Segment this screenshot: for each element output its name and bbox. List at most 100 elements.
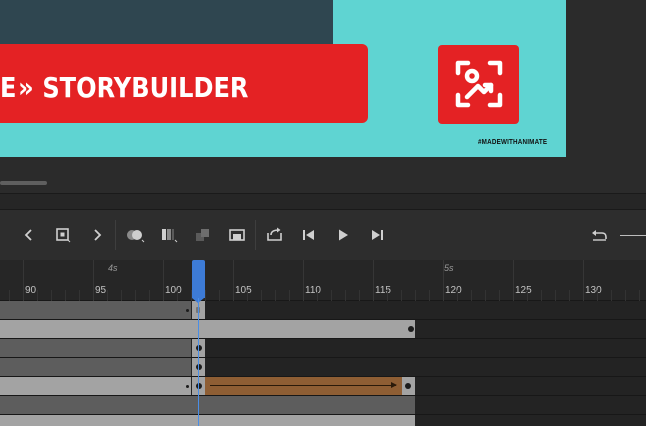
frame-span[interactable] [0,358,191,376]
frame-number: 130 [585,285,602,296]
ruler-tick [527,290,528,301]
ruler-tick [555,290,556,301]
ruler-tick [247,290,248,301]
undo-button[interactable] [587,224,611,246]
layer-track[interactable] [0,396,646,415]
storybuilder-logo-icon [455,60,503,108]
banner-title: E» STORYBUILDER [0,70,248,106]
zoom-slider[interactable] [620,235,646,236]
ruler-tick [611,290,612,301]
playhead-line [198,298,199,426]
loop-icon [267,227,282,241]
ruler-tick [9,290,10,301]
ruler-tick [275,290,276,301]
keyframe-button[interactable] [51,224,75,246]
undo-icon [592,230,607,241]
frame-span[interactable] [0,320,415,338]
ruler-tick [317,290,318,301]
stage-horizontal-scrollbar[interactable] [0,181,47,185]
ruler-tick [541,290,542,301]
ruler-tick [401,290,402,301]
next-keyframe-icon [94,229,102,241]
ruler-tick [415,290,416,301]
frame-number: 115 [375,285,391,296]
ruler-tick [261,290,262,301]
step-back-button[interactable] [297,224,321,246]
ruler-tick [163,260,164,301]
banner-title-text: STORYBUILDER [42,71,249,104]
step-back-icon [303,230,314,240]
frame-span[interactable] [0,339,191,357]
timeline-ruler[interactable]: 4s 5s 90 95 100 105 110 115 120 125 130 [0,260,646,301]
layer-track[interactable] [0,377,646,396]
ruler-tick [233,260,234,301]
sync-graphic-button[interactable] [191,224,215,246]
frame-span[interactable] [0,396,415,414]
banner-chevrons: » [18,71,34,104]
frame-number: 120 [445,285,462,296]
loop-button[interactable] [263,224,287,246]
ruler-tick [583,260,584,301]
ruler-tick [345,290,346,301]
keyframe-marker[interactable] [196,364,202,370]
panel-divider[interactable] [0,193,646,210]
ruler-tick [373,260,374,301]
layer-track[interactable] [0,415,646,426]
frame-end-marker [186,385,189,388]
ruler-tick [597,290,598,301]
hashtag-label: #MADEWITHANIMATE [478,139,548,146]
ruler-tick [23,260,24,301]
create-tween-button[interactable] [225,224,249,246]
ruler-tick [359,290,360,301]
keyframe-icon [56,228,71,243]
ruler-tick [121,290,122,301]
ruler-tick [471,290,472,301]
toolbar-separator [255,220,256,250]
stage-canvas[interactable]: E» STORYBUILDER #MADEWITHANIMATE [0,0,566,157]
frame-number: 105 [235,285,252,296]
layer-track[interactable] [0,320,646,339]
create-tween-icon [229,229,245,241]
ruler-tick [289,290,290,301]
second-marker: 4s [108,263,118,273]
onion-skin-button[interactable] [123,224,147,246]
ruler-tick [149,290,150,301]
next-keyframe-button[interactable] [85,224,109,246]
ruler-tick [639,290,640,301]
frame-span[interactable] [0,301,191,319]
step-forward-button[interactable] [365,224,389,246]
storybuilder-logo [438,45,519,124]
ruler-tick [51,290,52,301]
frame-span[interactable] [0,415,415,426]
previous-keyframe-button[interactable] [17,224,41,246]
ruler-tick [387,290,388,301]
frame-number: 100 [165,285,182,296]
playhead-handle[interactable] [192,260,205,303]
keyframe-marker[interactable] [196,345,202,351]
play-button[interactable] [331,224,355,246]
ruler-tick [93,260,94,301]
ruler-tick [485,290,486,301]
ruler-tick [107,290,108,301]
banner-lead-letter: E [0,71,17,104]
layer-track[interactable] [0,301,646,320]
keyframe-marker[interactable] [196,383,202,389]
frame-number: 95 [95,285,107,296]
layer-track[interactable] [0,339,646,358]
ruler-tick [303,260,304,301]
stage-area: E» STORYBUILDER #MADEWITHANIMATE [0,0,646,193]
toolbar-separator [115,220,116,250]
keyframe-marker[interactable] [408,326,414,332]
keyframe-marker[interactable] [405,383,411,389]
timeline-tracks[interactable] [0,301,646,426]
frame-number: 125 [515,285,532,296]
motion-tween-span[interactable] [205,377,402,395]
ruler-tick [135,290,136,301]
frame-span[interactable] [0,377,191,395]
stage-dark-panel [0,0,333,45]
layer-track[interactable] [0,358,646,377]
ruler-tick [443,260,444,301]
timeline-toolbar [0,210,646,260]
previous-keyframe-icon [24,229,32,241]
edit-multiple-frames-button[interactable] [157,224,181,246]
